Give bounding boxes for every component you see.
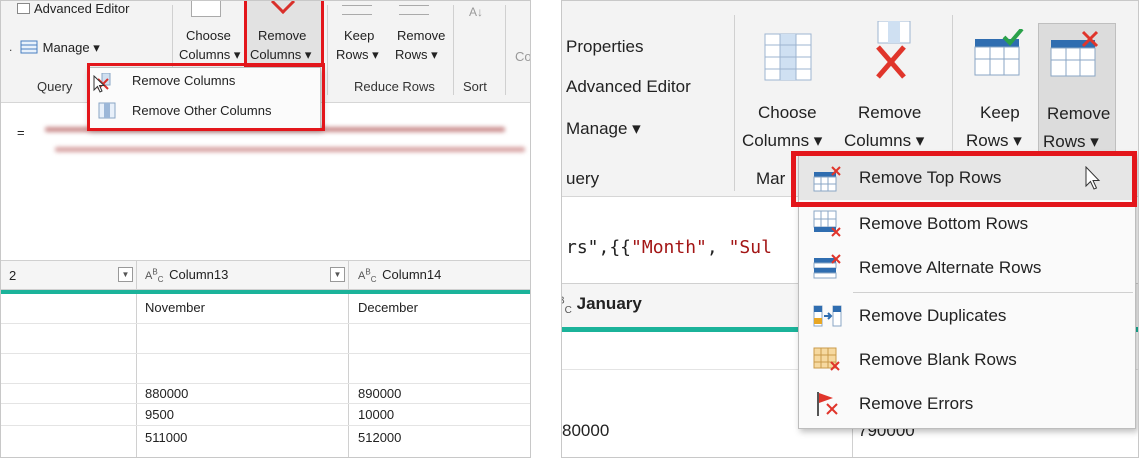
table-row: 511000 512000 [1, 426, 530, 456]
remove-errors-icon [817, 392, 838, 416]
choose-columns-icon [764, 33, 812, 81]
highlight-box-menu [87, 63, 325, 131]
table-cell[interactable]: 9500 [145, 407, 174, 422]
table-cell[interactable]: 511000 [145, 430, 187, 445]
advanced-editor-button[interactable]: Advanced Editor [566, 77, 691, 97]
menu-item-remove-duplicates[interactable]: Remove Duplicates [799, 294, 1135, 338]
table-row: 880000 890000 [1, 384, 530, 404]
remove-rows-button[interactable]: Remove Rows ▾ [389, 1, 445, 67]
text-type-icon: ABC [145, 267, 164, 285]
column-filter-dropdown[interactable]: ▼ [118, 267, 133, 282]
remove-blank-rows-icon [813, 347, 840, 371]
left-screenshot: Advanced Editor . Manage ▾ Query Choose … [0, 0, 531, 458]
column-header-column13[interactable]: ABC Column13 [145, 267, 228, 284]
query-group-label: uery [566, 169, 600, 188]
combine-group-partial: Co [515, 49, 531, 64]
menu-item-remove-blank-rows[interactable]: Remove Blank Rows [799, 338, 1135, 382]
table-cell[interactable]: December [358, 300, 418, 315]
menu-separator [853, 292, 1133, 293]
formula-fragment[interactable]: rs",{{"Month", "Sul [566, 237, 772, 258]
right-screenshot: Properties Advanced Editor Manage ▾ uery… [561, 0, 1139, 458]
properties-button[interactable]: Properties [566, 37, 643, 57]
separator [327, 5, 328, 95]
separator [348, 261, 349, 291]
table-cell[interactable]: 512000 [358, 430, 401, 445]
column-filter-dropdown[interactable]: ▼ [330, 267, 345, 282]
text-type-icon: BC [562, 295, 572, 316]
mouse-cursor-icon [93, 75, 106, 93]
svg-text:.: . [9, 40, 12, 54]
separator [505, 5, 506, 95]
query-group-label: Query [37, 79, 73, 94]
advanced-editor-icon [17, 3, 30, 14]
remove-columns-button[interactable]: Remove Columns ▾ [844, 21, 944, 161]
reduce-rows-group-label: Reduce Rows [354, 79, 435, 94]
manage-button[interactable]: . Manage ▾ [9, 39, 100, 58]
keep-rows-icon [342, 5, 372, 15]
highlight-box-remove-top-rows [791, 151, 1137, 207]
text-type-icon: ABC [358, 267, 377, 285]
column-header-row: 2 ▼ ABC Column13 ▼ ABC Column14 [1, 260, 530, 291]
choose-columns-icon [191, 1, 221, 17]
highlight-box-remove-columns [244, 1, 324, 67]
table-cell[interactable]: November [145, 300, 205, 315]
manage-button[interactable]: Manage ▾ [566, 119, 641, 139]
choose-columns-button[interactable]: Choose Columns ▾ [742, 21, 832, 161]
separator [952, 15, 953, 165]
table-cell[interactable]: 10000 [358, 407, 394, 422]
keep-rows-button[interactable]: Keep Rows ▾ [960, 21, 1030, 161]
remove-rows-icon [399, 5, 429, 15]
keep-rows-icon [974, 29, 1024, 76]
table-cell[interactable]: 80000 [562, 421, 609, 441]
data-grid: November December 880000 890000 9500 100… [1, 294, 530, 457]
separator [734, 15, 735, 191]
table-row [1, 324, 530, 354]
sort-icon[interactable]: A↓ [469, 5, 483, 19]
advanced-editor-button[interactable]: Advanced Editor [17, 1, 129, 16]
menu-item-remove-errors[interactable]: Remove Errors [799, 382, 1135, 426]
keep-rows-button[interactable]: Keep Rows ▾ [334, 1, 380, 67]
separator [136, 261, 137, 291]
remove-duplicates-icon [813, 305, 842, 327]
formula-equals: = [17, 125, 25, 140]
menu-item-remove-bottom-rows[interactable]: Remove Bottom Rows [799, 202, 1135, 246]
table-row: November December [1, 294, 530, 324]
remove-rows-button[interactable]: Remove Rows ▾ [1038, 23, 1116, 163]
remove-alternate-rows-icon [813, 254, 841, 279]
remove-rows-icon [1050, 30, 1099, 77]
separator [453, 5, 454, 95]
table-cell[interactable]: 880000 [145, 386, 188, 401]
remove-columns-icon [876, 21, 911, 79]
column-header-column14[interactable]: ABC Column14 [358, 267, 441, 284]
manage-group-label: Mar [756, 169, 786, 188]
menu-item-remove-alternate-rows[interactable]: Remove Alternate Rows [799, 246, 1135, 290]
column-header-january[interactable]: BC January [562, 294, 642, 316]
partial-column-header: 2 [9, 268, 17, 283]
table-row: 9500 10000 [1, 404, 530, 426]
choose-columns-button[interactable]: Choose Columns ▾ [179, 1, 240, 67]
table-row [1, 354, 530, 384]
table-icon: . [9, 40, 43, 58]
table-cell[interactable]: 890000 [358, 386, 401, 401]
sort-group-label: Sort [463, 79, 487, 94]
remove-bottom-rows-icon [813, 210, 841, 237]
